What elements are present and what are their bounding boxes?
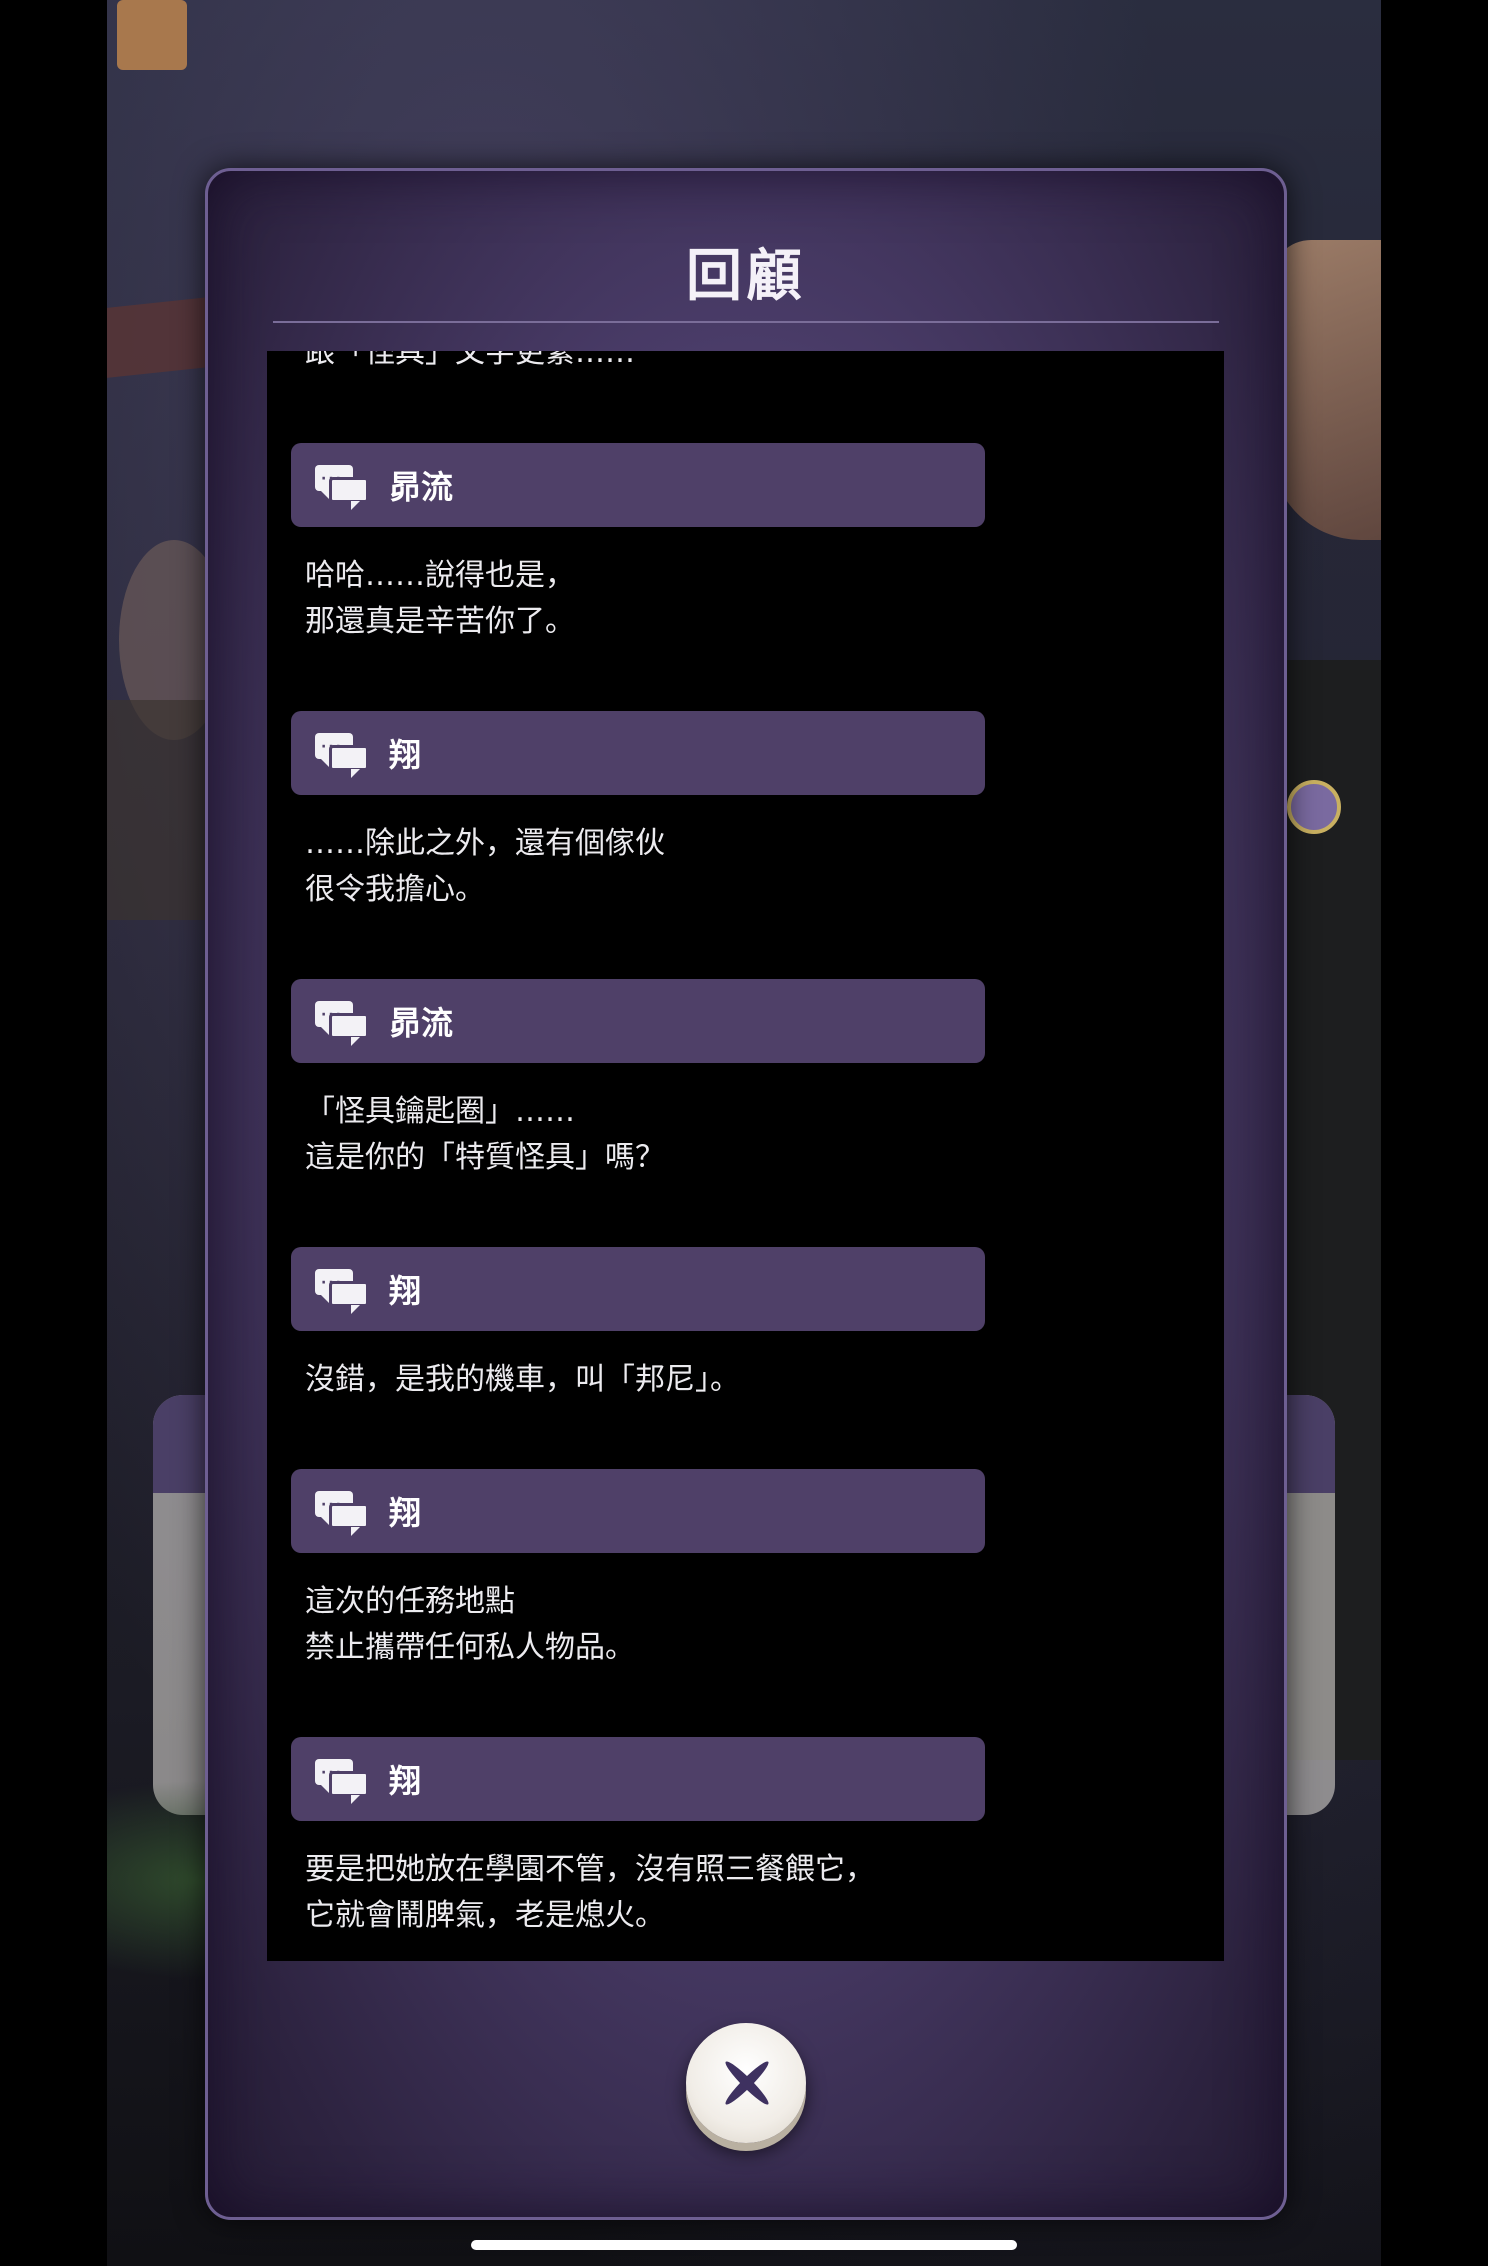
speaker-name: 翔 — [389, 736, 422, 774]
dialogue-line: 沒錯，是我的機車，叫「邦尼」。 — [305, 1362, 740, 1397]
speaker-bar: ··· 翔 — [291, 711, 985, 795]
speaker-bar: ··· 翔 — [291, 1737, 985, 1821]
log-entry: ··· 昴流 哈哈……說得也是， 那還真是辛苦你了。 — [291, 443, 1224, 645]
chat-bubbles-icon: ··· — [315, 463, 369, 510]
close-button[interactable] — [686, 2023, 806, 2143]
speaker-name: 昴流 — [389, 1004, 454, 1042]
speaker-name: 翔 — [389, 1762, 422, 1800]
log-entry: ··· 翔 ……除此之外，還有個傢伙 很令我擔心。 — [291, 711, 1224, 913]
background-sign — [117, 0, 187, 70]
chat-bubbles-icon: ··· — [315, 1267, 369, 1314]
home-indicator[interactable] — [471, 2240, 1017, 2250]
speaker-bar: ··· 翔 — [291, 1247, 985, 1331]
panel-title: 回顧 — [686, 244, 806, 309]
dialogue-line: 這次的任務地點 — [305, 1584, 515, 1619]
dialogue-line: 這是你的「特質怪具」嗎？ — [305, 1140, 665, 1175]
log-entry: ··· 翔 要是把她放在學園不管，沒有照三餐餵它， 它就會鬧脾氣，老是熄火。 — [291, 1737, 1224, 1939]
chat-bubbles-icon: ··· — [315, 1489, 369, 1536]
background-character-brooch — [1287, 780, 1341, 834]
speaker-name: 昴流 — [389, 468, 454, 506]
speaker-bar: ··· 翔 — [291, 1469, 985, 1553]
close-x-icon — [718, 2055, 774, 2111]
chat-bubbles-icon: ··· — [315, 999, 369, 1046]
chat-bubbles-icon: ··· — [315, 731, 369, 778]
log-partial-line: 跟「怪具」父字更緊…… — [305, 351, 635, 370]
dialogue-line: 要是把她放在學園不管，沒有照三餐餵它， — [305, 1852, 875, 1887]
dialogue-text: 沒錯，是我的機車，叫「邦尼」。 — [305, 1357, 1224, 1403]
dialogue-line: 「怪具鑰匙圈」…… — [305, 1094, 575, 1129]
dialogue-text: 要是把她放在學園不管，沒有照三餐餵它， 它就會鬧脾氣，老是熄火。 — [305, 1847, 1224, 1939]
speaker-name: 翔 — [389, 1494, 422, 1532]
dialogue-line: ……除此之外，還有個傢伙 — [305, 826, 665, 861]
dialogue-line: 禁止攜帶任何私人物品。 — [305, 1630, 635, 1665]
review-log-scroll-area[interactable]: 跟「怪具」父字更緊…… ··· 昴流 哈哈……說得也是， 那還真是辛苦你了。 ·… — [267, 351, 1224, 1961]
log-entry: ··· 翔 沒錯，是我的機車，叫「邦尼」。 — [291, 1247, 1224, 1403]
log-entry: ··· 昴流 「怪具鑰匙圈」…… 這是你的「特質怪具」嗎？ — [291, 979, 1224, 1181]
speaker-bar: ··· 昴流 — [291, 979, 985, 1063]
background-character-hair — [1271, 240, 1381, 540]
speaker-bar: ··· 昴流 — [291, 443, 985, 527]
dialogue-line: 很令我擔心。 — [305, 872, 485, 907]
review-log-panel: 回顧 跟「怪具」父字更緊…… ··· 昴流 哈哈……說得也是， 那還真是辛苦你了… — [205, 168, 1287, 2220]
dialogue-line: 那還真是辛苦你了。 — [305, 604, 575, 639]
log-entry: ··· 翔 這次的任務地點 禁止攜帶任何私人物品。 — [291, 1469, 1224, 1671]
speaker-name: 翔 — [389, 1272, 422, 1310]
title-divider — [273, 321, 1219, 323]
dialogue-text: ……除此之外，還有個傢伙 很令我擔心。 — [305, 821, 1224, 913]
dialogue-text: 「怪具鑰匙圈」…… 這是你的「特質怪具」嗎？ — [305, 1089, 1224, 1181]
dialogue-line: 哈哈……說得也是， — [305, 558, 575, 593]
dialogue-text: 這次的任務地點 禁止攜帶任何私人物品。 — [305, 1579, 1224, 1671]
dialogue-text: 哈哈……說得也是， 那還真是辛苦你了。 — [305, 553, 1224, 645]
chat-bubbles-icon: ··· — [315, 1757, 369, 1804]
dialogue-line: 它就會鬧脾氣，老是熄火。 — [305, 1898, 665, 1933]
